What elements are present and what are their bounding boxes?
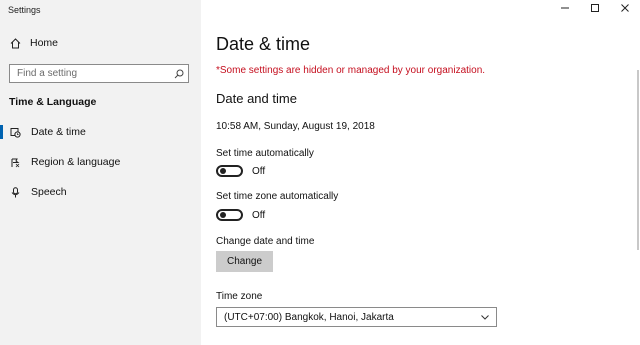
active-indicator [0,125,3,139]
search-input[interactable] [10,65,174,82]
toggle-state: Off [252,209,266,221]
sidebar-item-date-time[interactable]: Date & time [0,121,201,143]
window-title: Settings [8,5,41,15]
sidebar-item-label: Region & language [31,156,121,168]
region-language-icon [10,157,21,168]
sidebar: Settings Home Time & Language Date & tim… [0,0,201,345]
current-datetime: 10:58 AM, Sunday, August 19, 2018 [216,121,375,132]
sidebar-item-label: Home [30,37,59,49]
sidebar-item-region-language[interactable]: Region & language [0,151,201,173]
sidebar-item-speech[interactable]: Speech [0,181,201,203]
set-timezone-auto-label: Set time zone automatically [216,191,339,202]
window-controls [550,0,640,18]
set-time-auto-toggle[interactable] [216,165,243,177]
close-icon [620,0,630,18]
set-time-auto-row: Off [216,165,265,177]
timezone-dropdown[interactable]: (UTC+07:00) Bangkok, Hanoi, Jakarta [216,307,497,327]
search-icon[interactable] [174,69,184,79]
timezone-label: Time zone [216,291,263,302]
minimize-button[interactable] [550,0,580,18]
timezone-value: (UTC+07:00) Bangkok, Hanoi, Jakarta [224,311,394,323]
maximize-button[interactable] [580,0,610,18]
set-timezone-auto-row: Off [216,209,265,221]
search-box[interactable] [9,64,189,83]
change-datetime-label: Change date and time [216,236,315,247]
set-timezone-auto-toggle[interactable] [216,209,243,221]
policy-note: *Some settings are hidden or managed by … [216,65,486,76]
close-button[interactable] [610,0,640,18]
scrollbar[interactable] [637,70,639,250]
section-title: Time & Language [9,96,97,108]
sidebar-item-label: Date & time [31,126,86,138]
minimize-icon [560,0,570,18]
change-button[interactable]: Change [216,251,273,272]
main-content: Date & time *Some settings are hidden or… [201,0,640,345]
page-title: Date & time [216,34,311,54]
sidebar-item-label: Speech [31,186,67,198]
sidebar-item-home[interactable]: Home [10,37,58,49]
home-icon [10,37,21,49]
section-subheading: Date and time [216,91,297,106]
microphone-icon [10,186,21,198]
set-time-auto-label: Set time automatically [216,148,314,159]
date-time-icon [10,127,21,138]
chevron-down-icon [480,312,490,322]
toggle-state: Off [252,165,266,177]
maximize-icon [590,0,600,18]
